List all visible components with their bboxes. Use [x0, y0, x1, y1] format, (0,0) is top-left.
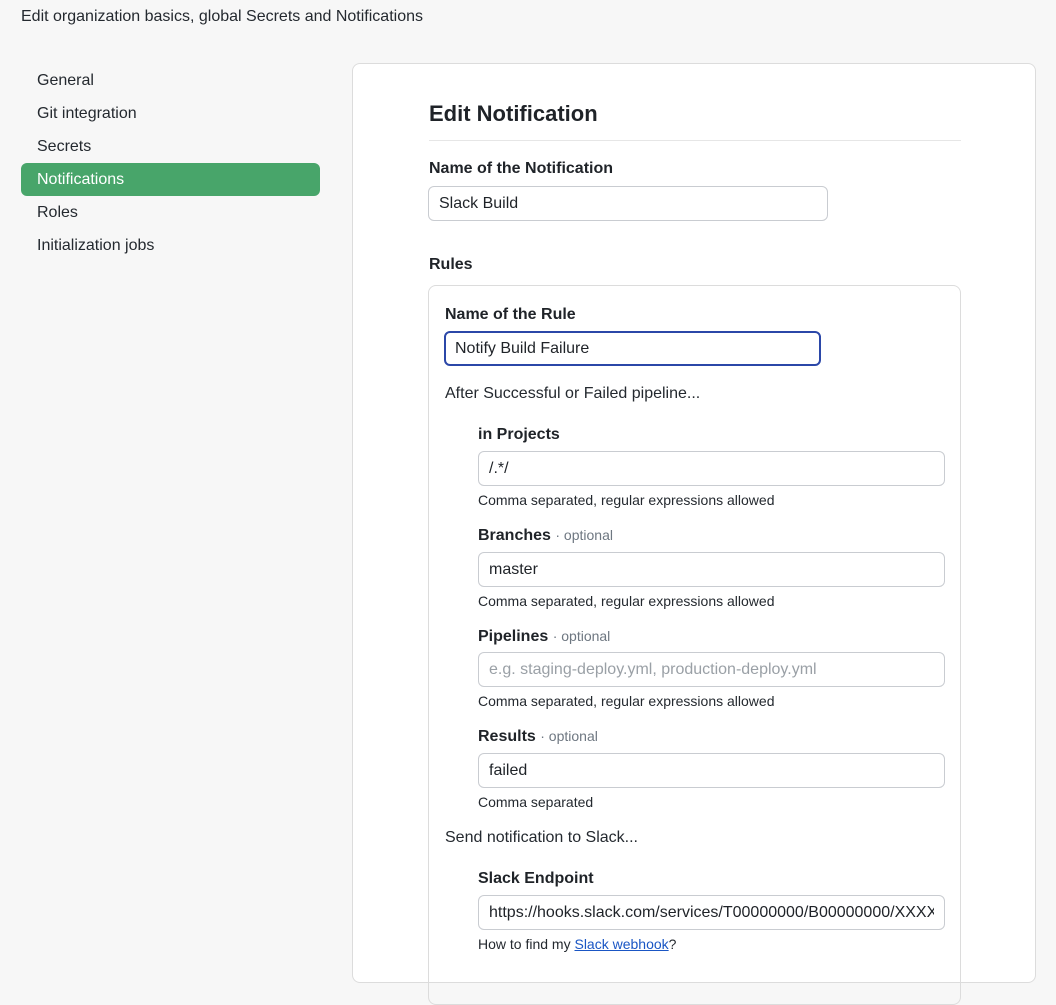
pipelines-label: Pipelines · optional: [478, 628, 610, 646]
projects-help: Comma separated, regular expressions all…: [478, 492, 775, 508]
sidebar-item-git-integration[interactable]: Git integration: [21, 97, 320, 130]
notification-name-label: Name of the Notification: [429, 160, 614, 177]
results-help: Comma separated: [478, 794, 594, 810]
sidebar-item-initialization-jobs[interactable]: Initialization jobs: [21, 229, 320, 262]
slack-help-suffix: ?: [668, 936, 677, 952]
sidebar-item-roles[interactable]: Roles: [21, 196, 320, 229]
branches-help: Comma separated, regular expressions all…: [478, 593, 775, 609]
branches-label: Branches · optional: [478, 527, 613, 545]
pipelines-label-text: Pipelines: [478, 628, 549, 645]
sidebar-item-general[interactable]: General: [21, 64, 320, 97]
rule-name-input[interactable]: [444, 331, 821, 366]
send-to-slack-text: Send notification to Slack...: [445, 829, 638, 846]
branches-label-text: Branches: [478, 527, 551, 544]
results-optional-tag: · optional: [540, 728, 598, 744]
results-input[interactable]: [478, 753, 945, 788]
pipelines-help: Comma separated, regular expressions all…: [478, 693, 775, 709]
branches-optional-tag: · optional: [555, 527, 613, 543]
sidebar-item-secrets[interactable]: Secrets: [21, 130, 320, 163]
projects-label: in Projects: [478, 426, 560, 443]
settings-sidebar: General Git integration Secrets Notifica…: [21, 64, 320, 262]
edit-notification-panel: Edit Notification Name of the Notificati…: [352, 63, 1036, 1005]
slack-endpoint-help: How to find my Slack webhook?: [478, 936, 676, 952]
pipelines-optional-tag: · optional: [552, 628, 611, 644]
rule-name-label: Name of the Rule: [445, 306, 576, 323]
results-label-text: Results: [478, 728, 536, 745]
title-divider: [429, 140, 961, 141]
pipelines-input[interactable]: [478, 652, 945, 687]
rules-label: Rules: [429, 256, 473, 273]
results-label: Results · optional: [478, 728, 598, 746]
page-subtitle: Edit organization basics, global Secrets…: [21, 8, 423, 25]
panel-title: Edit Notification: [429, 101, 598, 126]
rule-card: Name of the Rule After Successful or Fai…: [428, 285, 961, 1005]
branches-input[interactable]: [478, 552, 945, 587]
sidebar-item-notifications[interactable]: Notifications: [21, 163, 320, 196]
after-pipeline-text: After Successful or Failed pipeline...: [445, 385, 701, 402]
slack-webhook-link[interactable]: Slack webhook: [574, 936, 668, 952]
slack-endpoint-input[interactable]: [478, 895, 945, 930]
slack-endpoint-label: Slack Endpoint: [478, 870, 594, 887]
slack-help-prefix: How to find my: [478, 936, 575, 952]
notification-name-input[interactable]: [428, 186, 828, 221]
projects-input[interactable]: [478, 451, 945, 486]
